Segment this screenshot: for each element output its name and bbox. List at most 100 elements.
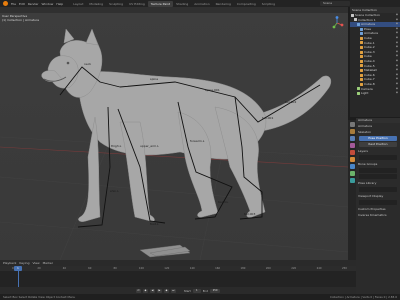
tab-compositing[interactable]: Compositing [234,1,259,7]
tab-shading[interactable]: Shading [173,1,191,7]
frame-number-label: 20 [37,267,41,270]
viewport-scene: neck spine spine.001 thigh.L shin.L foot… [0,28,348,260]
menu-edit[interactable]: Edit [19,2,25,6]
prop-skeleton-panel[interactable]: Skeleton [356,129,400,135]
outliner-item-icon [360,36,363,40]
bone-label-hand: hand.L [218,200,228,204]
status-stats: Collection | Armature | Verts 0 | Faces … [330,295,397,299]
bone-label-shin: shin.L [110,189,119,193]
frame-number-label: 100 [138,267,144,270]
frame-number-label: 180 [240,267,246,270]
jump-start-button[interactable]: ⏮ [135,288,141,293]
outliner-item-icon [360,73,363,77]
navigation-gizmo-icon[interactable] [330,16,344,30]
viewport-header [0,7,348,13]
outliner-item-icon [354,18,357,22]
tab-layout[interactable]: Layout [70,1,86,7]
tab-sculpting[interactable]: Sculpting [106,1,126,7]
tab-modeling[interactable]: Modeling [86,1,106,7]
world-tab-icon[interactable] [349,150,355,155]
outliner-panel: Scene Collection Scene Collection ◉ Collec… [350,7,400,117]
frame-number-label: 140 [189,267,195,270]
outliner-tree: Scene Collection ◉ Collection 1 ◉ Armature ◉ P… [350,13,400,96]
next-keyframe-button[interactable]: ◆ [163,288,169,293]
bone-label-tail-002: tail.002 [285,100,296,104]
frame-number-label: 200 [265,267,271,270]
timeline-menu-marker[interactable]: Marker [43,261,53,265]
menu-file[interactable]: File [11,2,16,6]
outliner-title: Scene Collection [352,8,377,12]
bone-label-foot: foot.L [150,222,159,226]
play-button[interactable]: ▶ [156,288,162,293]
outliner-item-icon [351,13,354,17]
tab-uv-editing[interactable]: UV Editing [126,1,148,7]
outliner-item-icon [360,32,363,36]
bone-label-upper-arm: upper_arm.L [140,144,159,148]
3d-viewport[interactable]: neck spine spine.001 thigh.L shin.L foot… [0,7,348,260]
bone-label-tail-001: tail.001 [262,116,273,120]
layers-field[interactable] [359,155,397,160]
status-bar: Select Box Select Rotate View Object Con… [0,294,400,300]
prop-bone-groups-panel[interactable]: Bone Groups [356,161,400,167]
viewport-display-field[interactable] [359,200,397,205]
outliner-item-icon [357,87,360,91]
bone-tab-icon[interactable] [349,178,355,183]
armature-data-tab-icon[interactable] [349,171,355,176]
frame-number-label: 60 [88,267,92,270]
tab-rendering[interactable]: Rendering [213,1,234,7]
outliner-item-icon [360,50,363,54]
bone-groups-list-2[interactable] [359,174,397,179]
modifier-tab-icon[interactable] [349,164,355,169]
menu-help[interactable]: Help [56,2,63,6]
tab-animation[interactable]: Animation [191,1,212,7]
bone-groups-list[interactable] [359,168,397,173]
tool-tab-icon[interactable] [349,122,355,127]
outliner-item-icon [360,78,363,82]
prop-layers-panel[interactable]: Layers [356,148,400,154]
rest-position-button[interactable]: Rest Position [359,142,397,147]
timeline-ruler[interactable]: 0 20 40 60 80 100 120 140 160 180 200 220 240 250 [0,266,356,271]
bone-label-neck: neck [84,62,91,66]
visibility-eye-icon[interactable]: ◉ [396,91,398,96]
object-tab-icon[interactable] [349,157,355,162]
start-frame-field[interactable]: 1 [192,288,201,293]
prop-viewport-display-panel[interactable]: Viewport Display [356,193,400,199]
status-hints: Select Box Select Rotate View Object Con… [3,295,76,299]
frame-number-label: 120 [164,267,170,270]
menu-window[interactable]: Window [42,2,54,6]
menu-render[interactable]: Render [28,2,39,6]
outliner-row[interactable]: Light ◉ [350,91,400,96]
frame-number-label: 160 [215,267,221,270]
prop-inverse-kinematics-panel[interactable]: Inverse Kinematics [356,212,400,218]
output-tab-icon[interactable] [349,136,355,141]
outliner-item-label: Light [361,91,369,96]
prop-pose-library-panel[interactable]: Pose Library [356,180,400,186]
timeline-menu-keying[interactable]: Keying [19,261,29,265]
outliner-item-icon [360,59,363,63]
outliner-item-icon [360,82,363,86]
pose-position-button[interactable]: Pose Position [359,136,397,141]
render-tab-icon[interactable] [349,129,355,134]
prev-keyframe-button[interactable]: ◆ [142,288,148,293]
play-reverse-button[interactable]: ◀ [149,288,155,293]
blender-window: File Edit Render Window Help Layout Mode… [0,0,400,300]
start-frame-label: Start [183,288,191,293]
tab-texture-paint[interactable]: Texture Paint [147,0,174,7]
outliner-item-icon [360,41,363,45]
scene-tab-icon[interactable] [349,143,355,148]
frame-number-label: 220 [291,267,297,270]
blender-logo-icon[interactable] [3,1,8,6]
timeline-menu-view[interactable]: View [32,261,39,265]
jump-end-button[interactable]: ⏭ [170,288,176,293]
outliner-item-icon [360,27,363,31]
tab-scripting[interactable]: Scripting [259,1,278,7]
end-frame-field[interactable]: 250 [210,288,221,293]
bone-label-spine: spine [150,77,158,81]
viewport-info: User Perspective (1) Collection | Armatu… [2,14,39,22]
pose-library-field[interactable] [359,187,397,192]
frame-number-label: 80 [113,267,117,270]
scene-selector[interactable]: Scene [320,1,350,6]
timeline-menu-playback[interactable]: Playback [3,261,16,265]
frame-number-label: 240 [316,267,322,270]
wolf-model [41,28,332,222]
